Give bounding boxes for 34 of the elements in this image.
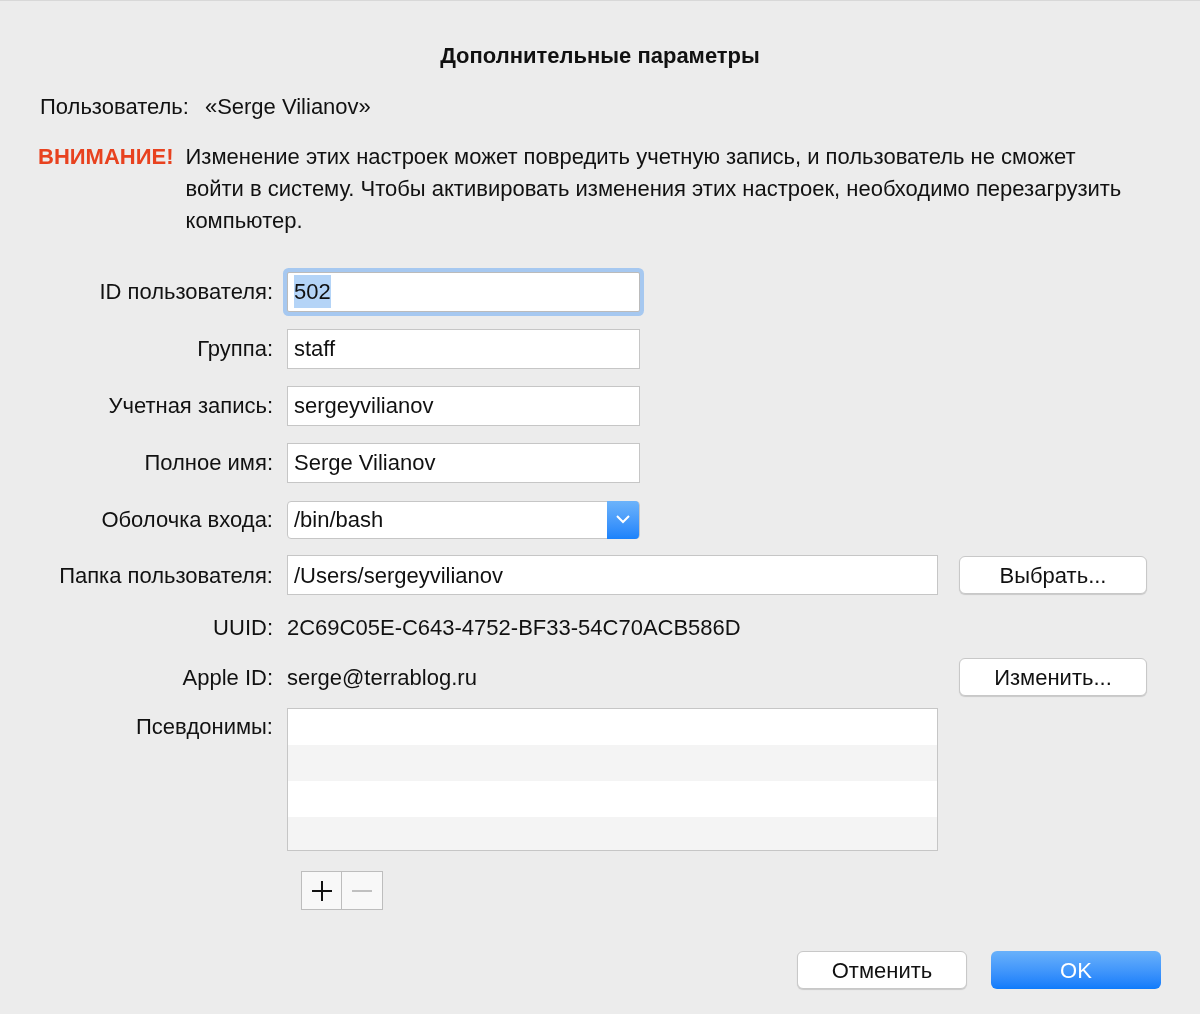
field-label: ID пользователя: [99,279,273,304]
field-value: 502 [294,275,331,308]
popup-menu[interactable]: /bin/bash [287,500,640,539]
warning-label: ВНИМАНИЕ! [38,143,174,171]
field-label: Псевдонимы: [135,714,273,739]
field-label: UUID: [213,614,273,640]
text-field[interactable]: sergeyvilianov [287,385,640,426]
user-name: «Serge Vilianov» [204,93,371,121]
alias-list[interactable] [287,708,938,851]
plus-icon [311,880,332,901]
field-value: /Users/sergeyvilianov [294,561,504,590]
text-field[interactable]: Serge Vilianov [287,442,640,483]
user-label: Пользователь: [40,93,189,121]
add-button[interactable] [302,872,342,909]
field-label: Учетная запись: [108,393,273,418]
push-button[interactable]: Изменить... [959,658,1147,696]
field-label: Оболочка входа: [101,507,273,532]
field-label: Папка пользователя: [59,562,273,588]
field-value: sergeyvilianov [294,392,434,420]
push-button[interactable]: Выбрать... [959,556,1147,594]
info-value: serge@terrablog.ru [287,663,478,692]
dialog-title: Дополнительные параметры [440,42,760,70]
field-label: Полное имя: [144,450,273,475]
field-value: Serge Vilianov [294,449,436,477]
warning-text: Изменение этих настроек может повредить учетную запись, и пользователь не сможет войти в систему. Чтобы активировать изменения этих настроек, необходимо перезагрузить компьютер. [185,143,1123,235]
minus-icon [352,889,372,892]
chevron-down-icon [607,500,639,539]
field-label: Группа: [197,336,273,361]
text-field[interactable]: staff [287,328,640,369]
text-field[interactable]: /Users/sergeyvilianov [287,555,938,595]
info-value: 2C69C05E-C643-4752-BF33-54C70ACB586D [287,613,742,642]
field-label: Apple ID: [182,664,273,690]
cancel-button[interactable]: Отменить [797,951,967,989]
field-value: staff [294,335,336,363]
